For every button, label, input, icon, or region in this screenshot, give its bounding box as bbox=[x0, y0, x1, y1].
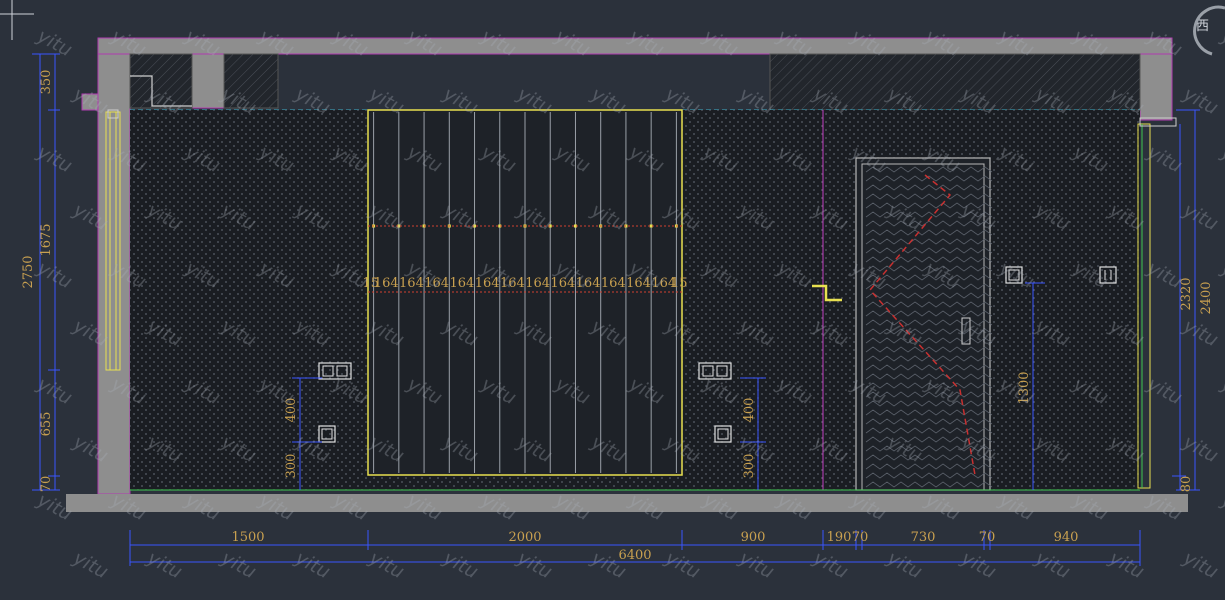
dim-1500: 1500 bbox=[231, 530, 264, 545]
ucs-corner-mark bbox=[0, 0, 34, 40]
watermark-text: yitu bbox=[661, 547, 704, 584]
dim-70-right: 70 bbox=[979, 530, 996, 545]
watermark-text: yitu bbox=[1105, 547, 1148, 584]
dim-socket-mid-300: 300 bbox=[742, 454, 757, 479]
watermark-text: yitu bbox=[439, 547, 482, 584]
watermark-text: yitu bbox=[1217, 373, 1225, 410]
slat-dim-label: 164 bbox=[399, 276, 424, 291]
watermark-text: yitu bbox=[33, 257, 76, 294]
watermark-text: yitu bbox=[1179, 83, 1222, 120]
dim-right-80: 80 bbox=[1179, 476, 1194, 493]
slat-dim-label: 164 bbox=[374, 276, 399, 291]
watermark-text: yitu bbox=[513, 547, 556, 584]
dim-2000: 2000 bbox=[508, 530, 541, 545]
slat-dim-label: 164 bbox=[424, 276, 449, 291]
dim-socket-left-300: 300 bbox=[284, 454, 299, 479]
slat-dim-label: 164 bbox=[500, 276, 525, 291]
watermark-text: yitu bbox=[735, 547, 778, 584]
right-side-frame bbox=[1137, 117, 1177, 489]
elevation-drawing: 15164 164 164 164 164 164 164 164 164 164 164 16415 bbox=[0, 0, 1225, 584]
dim-socket-mid-400: 400 bbox=[742, 398, 757, 423]
watermark-text: yitu bbox=[957, 547, 1000, 584]
watermark-text: yitu bbox=[1217, 489, 1225, 526]
watermark-text: yitu bbox=[1217, 25, 1225, 62]
dim-900: 900 bbox=[741, 530, 766, 545]
dim-total-6400: 6400 bbox=[618, 548, 651, 563]
dim-left-350: 350 bbox=[39, 70, 54, 95]
watermark-text: yitu bbox=[1179, 431, 1222, 468]
slat-dim-label: 164 bbox=[601, 276, 626, 291]
door bbox=[855, 157, 993, 491]
watermark-text: yitu bbox=[217, 547, 260, 584]
watermark-text: yitu bbox=[809, 547, 852, 584]
slat-dim-label: 15 bbox=[671, 276, 688, 291]
dim-left-655: 655 bbox=[39, 412, 54, 437]
watermark-text: yitu bbox=[1179, 199, 1222, 236]
watermark-text: yitu bbox=[1179, 315, 1222, 352]
ceiling-boxes bbox=[129, 53, 1141, 111]
feature-slat-panel: 15164 164 164 164 164 164 164 164 164 164 164 16415 bbox=[363, 109, 688, 476]
watermark-text: yitu bbox=[1031, 547, 1074, 584]
dim-left-1675: 1675 bbox=[39, 223, 54, 256]
watermark-text: yitu bbox=[33, 25, 76, 62]
slat-dim-label: 164 bbox=[550, 276, 575, 291]
dim-left-70: 70 bbox=[39, 476, 54, 493]
watermark-text: yitu bbox=[143, 547, 186, 584]
dim-right-2320: 2320 bbox=[1179, 277, 1194, 310]
slat-dim-label: 164 bbox=[576, 276, 601, 291]
dim-730: 730 bbox=[911, 530, 936, 545]
slat-dim-label: 164 bbox=[525, 276, 550, 291]
watermark-text: yitu bbox=[33, 373, 76, 410]
watermark-text: yitu bbox=[1143, 141, 1186, 178]
slat-dim-label: 164 bbox=[626, 276, 651, 291]
dim-door-1300: 1300 bbox=[1017, 371, 1032, 404]
watermark-text: yitu bbox=[1143, 373, 1186, 410]
watermark-text: yitu bbox=[291, 547, 334, 584]
watermark-text: yitu bbox=[33, 141, 76, 178]
watermark-text: yitu bbox=[1179, 547, 1222, 584]
watermark-text: yitu bbox=[1217, 141, 1225, 178]
dim-190: 190 bbox=[827, 530, 852, 545]
dim-940: 940 bbox=[1054, 530, 1079, 545]
dim-right-2400: 2400 bbox=[1199, 281, 1214, 314]
watermark-text: yitu bbox=[883, 547, 926, 584]
slat-dim-label: 164 bbox=[475, 276, 500, 291]
watermark-text: yitu bbox=[1217, 257, 1225, 294]
dim-70-left: 70 bbox=[852, 530, 869, 545]
dim-left-2750: 2750 bbox=[21, 255, 36, 288]
dim-socket-left-400: 400 bbox=[284, 398, 299, 423]
slat-dim-label: 164 bbox=[450, 276, 475, 291]
watermark-text: yitu bbox=[69, 547, 112, 584]
watermark-text: yitu bbox=[365, 547, 408, 584]
